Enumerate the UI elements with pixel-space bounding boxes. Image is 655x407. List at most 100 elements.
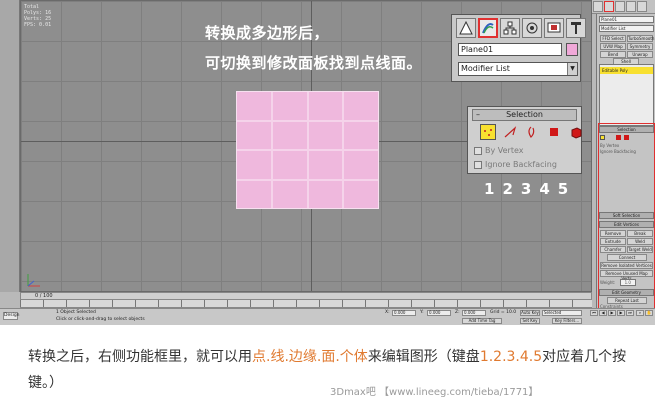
edge-mode-button[interactable] — [502, 124, 518, 140]
go-end-icon[interactable]: ⏭ — [626, 310, 634, 316]
subobject-number-labels: 1 2 3 4 5 — [484, 180, 568, 198]
plane-face[interactable] — [237, 92, 271, 120]
selected-dropdown[interactable]: Selected — [542, 310, 582, 316]
pink-plane-object[interactable] — [236, 91, 379, 209]
display-tab[interactable] — [544, 18, 564, 38]
plane-face[interactable] — [344, 92, 378, 120]
motion-tab-small[interactable] — [626, 1, 636, 12]
plane-face[interactable] — [344, 121, 378, 149]
plane-face[interactable] — [237, 180, 271, 208]
rp-modifier-button[interactable]: TurboSmooth — [627, 35, 654, 42]
utilities-tab[interactable] — [566, 18, 586, 38]
command-tabs — [456, 18, 586, 40]
modifier-stack[interactable]: Editable Poly — [599, 64, 654, 126]
rp-modifier-button[interactable]: Symmetry — [627, 43, 653, 50]
rp-ev-button[interactable]: Connect — [607, 254, 647, 261]
rp-object-name-field[interactable]: Plane01 — [599, 16, 654, 23]
set-key-button[interactable]: Set Key — [520, 318, 540, 324]
ignore-backfacing-checkbox[interactable]: Ignore Backfacing — [474, 160, 557, 169]
border-mode-button[interactable] — [524, 124, 540, 140]
rp-ignore-backfacing-label[interactable]: Ignore Backfacing — [600, 149, 636, 154]
key-filters-button[interactable]: Key Filters... — [552, 318, 582, 324]
x-coordinate-field[interactable]: 0.000 — [392, 310, 416, 316]
caption-highlight-2: 1.2.3.4.5 — [479, 349, 543, 365]
vertex-mode-button[interactable] — [480, 124, 496, 140]
command-panel-tabs — [592, 0, 655, 14]
create-tab-small[interactable] — [593, 1, 603, 12]
plane-face[interactable] — [344, 151, 378, 179]
rp-ev-button[interactable]: Weld — [627, 238, 653, 245]
modify-tab-small[interactable] — [604, 1, 614, 12]
rp-modifier-button[interactable]: Unwrap — [627, 51, 653, 58]
rp-ev-button[interactable]: Break — [627, 230, 653, 237]
hierarchy-icon — [503, 21, 517, 35]
watermark-text: 3Dmax吧 【www.lineeg.com/tieba/1771】 — [330, 387, 539, 398]
plane-face[interactable] — [272, 151, 307, 179]
by-vertex-checkbox[interactable]: By Vertex — [474, 146, 523, 155]
next-frame-icon[interactable]: ▶ — [617, 310, 625, 316]
object-color-swatch[interactable] — [566, 43, 578, 56]
rp-soft-selection-head[interactable]: Soft Selection — [599, 212, 654, 219]
rp-selection-head[interactable]: Selection — [599, 126, 654, 133]
caption-part-1: 转换之后，右侧功能框里，就可以用 — [28, 349, 252, 365]
ignore-backfacing-label: Ignore Backfacing — [485, 160, 557, 169]
rp-ev-button[interactable]: Target Weld — [627, 246, 653, 253]
rp-modifier-button[interactable]: FFD Select — [600, 35, 626, 42]
plane-face[interactable] — [308, 92, 343, 120]
go-start-icon[interactable]: ⏮ — [590, 310, 598, 316]
element-mode-button[interactable] — [568, 124, 584, 140]
rp-edit-vertices-head[interactable]: Edit Vertices — [599, 221, 654, 228]
track-bar-ruler[interactable] — [20, 300, 592, 308]
prev-frame-icon[interactable]: ◀ — [599, 310, 607, 316]
plane-face[interactable] — [308, 180, 343, 208]
rp-weight-row: Weight: 1.0 — [600, 279, 636, 286]
time-slider[interactable]: 0 / 100 — [20, 292, 592, 300]
z-coordinate-field[interactable]: 0.000 — [462, 310, 486, 316]
plane-face[interactable] — [272, 92, 307, 120]
plane-face[interactable] — [237, 151, 271, 179]
rp-modifier-button[interactable]: UVW Map — [600, 43, 626, 50]
plane-face[interactable] — [308, 121, 343, 149]
stack-item-editable-poly[interactable]: Editable Poly — [600, 67, 653, 74]
rp-element-icon[interactable] — [623, 135, 629, 140]
object-name-field[interactable]: Plane01 — [458, 43, 562, 56]
play-icon[interactable]: ▶ — [608, 310, 616, 316]
plane-face[interactable] — [237, 121, 271, 149]
hierarchy-tab[interactable] — [500, 18, 520, 38]
rp-ev-button[interactable]: Extrude — [600, 238, 626, 245]
create-tab[interactable] — [456, 18, 476, 38]
display-tab-small[interactable] — [637, 1, 647, 12]
rp-vertex-icon[interactable] — [600, 135, 605, 140]
plane-face[interactable] — [272, 180, 307, 208]
rp-polygon-icon[interactable] — [616, 135, 622, 140]
stats-line: FPS: 0.01 — [24, 22, 52, 28]
polygon-mode-button[interactable] — [546, 124, 562, 140]
auto-key-button[interactable]: Auto Key — [520, 310, 540, 316]
plane-face[interactable] — [344, 180, 378, 208]
rp-ev-button[interactable]: Remove Unused Map Verts — [600, 270, 653, 281]
hierarchy-tab-small[interactable] — [615, 1, 625, 12]
rp-weight-field[interactable]: 1.0 — [619, 279, 636, 286]
plane-face[interactable] — [272, 121, 307, 149]
maxscript-listener[interactable]: Design — [3, 312, 20, 320]
add-time-tag-button[interactable]: Add Time Tag — [462, 318, 502, 324]
rp-ev-button[interactable]: Remove — [600, 230, 626, 237]
modifier-list-dropdown[interactable]: Modifier List ▼ — [458, 62, 578, 76]
rp-ev-button[interactable]: Remove Isolated Vertices — [600, 262, 653, 269]
plane-face[interactable] — [308, 151, 343, 179]
modify-tab[interactable] — [478, 18, 498, 38]
y-label: Y: — [420, 310, 424, 315]
pan-icon[interactable]: ✋ — [645, 310, 653, 316]
rp-edit-geometry-head[interactable]: Edit Geometry — [599, 289, 654, 296]
rp-ev-button[interactable]: Chamfer — [600, 246, 626, 253]
motion-tab[interactable] — [522, 18, 542, 38]
y-coordinate-field[interactable]: 0.000 — [427, 310, 451, 316]
selection-rollout-header[interactable]: – Selection — [472, 109, 577, 121]
hammer-icon — [571, 22, 581, 34]
rp-by-vertex-label[interactable]: By Vertex — [600, 143, 619, 148]
zoom-icon[interactable]: ⌕ — [636, 310, 644, 316]
rp-modifier-button[interactable]: Bend — [600, 51, 626, 58]
rp-repeat-last-button[interactable]: Repeat Last — [607, 297, 647, 304]
rp-modifier-list[interactable]: Modifier List — [599, 25, 654, 32]
caption-highlight-1: 点.线.边缘.面.个体 — [252, 349, 368, 365]
